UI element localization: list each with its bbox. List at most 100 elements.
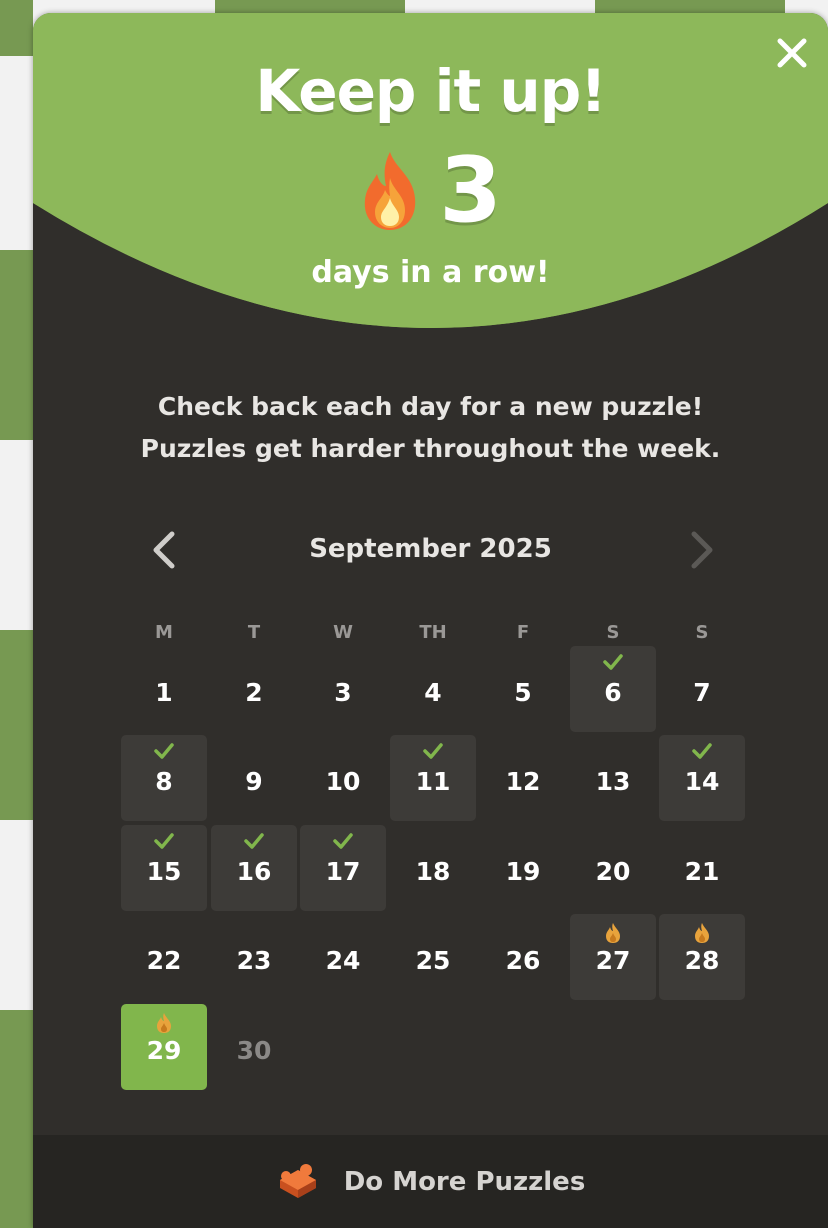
calendar-day-17[interactable]: 17 — [300, 825, 386, 911]
calendar-day-6[interactable]: 6 — [570, 646, 656, 732]
day-number: 27 — [595, 945, 631, 975]
calendar-day-7[interactable]: 7 — [659, 646, 745, 732]
board-square — [0, 630, 33, 820]
day-number: 28 — [684, 945, 720, 975]
weekday-label: S — [695, 622, 709, 643]
do-more-puzzles-button[interactable]: Do More Puzzles — [33, 1135, 828, 1228]
calendar-day-9[interactable]: 9 — [211, 735, 297, 821]
weekday-label: S — [606, 622, 620, 643]
flame-icon — [695, 923, 709, 943]
calendar-day-4[interactable]: 4 — [390, 646, 476, 732]
modal-title: Keep it up! — [255, 57, 606, 125]
info-line-2: Puzzles get harder throughout the week. — [140, 434, 721, 463]
next-month-button[interactable] — [680, 530, 720, 570]
day-number: 3 — [334, 677, 352, 707]
day-number: 2 — [245, 677, 263, 707]
board-square — [0, 250, 33, 440]
day-number: 29 — [146, 1035, 182, 1065]
streak-marker — [121, 1012, 207, 1034]
calendar-day-26[interactable]: 26 — [480, 914, 566, 1000]
day-number: 14 — [684, 766, 720, 796]
flame-icon — [606, 923, 620, 943]
check-icon — [423, 743, 443, 759]
flame-icon — [157, 1013, 171, 1033]
info-message: Check back each day for a new puzzle! Pu… — [33, 386, 828, 470]
chevron-right-icon — [691, 531, 713, 569]
calendar-day-15[interactable]: 15 — [121, 825, 207, 911]
day-number: 9 — [245, 766, 263, 796]
day-number: 12 — [505, 766, 541, 796]
calendar-day-8[interactable]: 8 — [121, 735, 207, 821]
day-number: 30 — [236, 1035, 272, 1065]
calendar-day-29[interactable]: 29 — [121, 1004, 207, 1090]
calendar-day-19[interactable]: 19 — [480, 825, 566, 911]
calendar-day-28[interactable]: 28 — [659, 914, 745, 1000]
calendar-day-20[interactable]: 20 — [570, 825, 656, 911]
solved-marker — [570, 654, 656, 676]
day-number: 13 — [595, 766, 631, 796]
streak-count: 3 — [439, 138, 502, 243]
streak-marker — [659, 922, 745, 944]
day-number: 7 — [693, 677, 711, 707]
streak-marker — [570, 922, 656, 944]
weekday-label: T — [247, 622, 261, 643]
calendar-day-21[interactable]: 21 — [659, 825, 745, 911]
calendar-day-14[interactable]: 14 — [659, 735, 745, 821]
day-number: 4 — [424, 677, 442, 707]
calendar-day-2[interactable]: 2 — [211, 646, 297, 732]
solved-marker — [121, 743, 207, 765]
calendar-day-22[interactable]: 22 — [121, 914, 207, 1000]
calendar-day-5[interactable]: 5 — [480, 646, 566, 732]
check-icon — [244, 833, 264, 849]
day-number: 20 — [595, 856, 631, 886]
day-number: 19 — [505, 856, 541, 886]
check-icon — [692, 743, 712, 759]
info-line-1: Check back each day for a new puzzle! — [157, 392, 704, 421]
weekday-label: F — [516, 622, 530, 643]
day-number: 6 — [604, 677, 622, 707]
calendar-day-25[interactable]: 25 — [390, 914, 476, 1000]
puzzle-piece-icon — [279, 1163, 316, 1198]
check-icon — [154, 833, 174, 849]
day-number: 24 — [325, 945, 361, 975]
calendar-day-10[interactable]: 10 — [300, 735, 386, 821]
calendar-day-1[interactable]: 1 — [121, 646, 207, 732]
solved-marker — [390, 743, 476, 765]
calendar-day-18[interactable]: 18 — [390, 825, 476, 911]
check-icon — [603, 654, 623, 670]
calendar-day-16[interactable]: 16 — [211, 825, 297, 911]
calendar-day-3[interactable]: 3 — [300, 646, 386, 732]
calendar-day-13[interactable]: 13 — [570, 735, 656, 821]
streak-counter: 3 — [33, 141, 828, 241]
day-number: 26 — [505, 945, 541, 975]
check-icon — [333, 833, 353, 849]
footer-label: Do More Puzzles — [343, 1166, 586, 1197]
day-number: 11 — [415, 766, 451, 796]
solved-marker — [121, 833, 207, 855]
calendar-day-30: 30 — [211, 1004, 297, 1090]
solved-marker — [211, 833, 297, 855]
streak-modal: Keep it up! 3 days in a row! Check back … — [33, 13, 828, 1228]
board-square — [595, 0, 785, 13]
calendar-day-27[interactable]: 27 — [570, 914, 656, 1000]
solved-marker — [659, 743, 745, 765]
board-square — [0, 1010, 33, 1228]
day-number: 16 — [236, 856, 272, 886]
day-number: 23 — [236, 945, 272, 975]
calendar-day-11[interactable]: 11 — [390, 735, 476, 821]
day-number: 22 — [146, 945, 182, 975]
weekday-label: W — [333, 622, 353, 643]
day-number: 1 — [155, 677, 173, 707]
calendar-day-24[interactable]: 24 — [300, 914, 386, 1000]
month-navigation: September 2025 — [33, 528, 828, 572]
calendar-day-12[interactable]: 12 — [480, 735, 566, 821]
solved-marker — [300, 833, 386, 855]
day-number: 5 — [514, 677, 532, 707]
day-number: 10 — [325, 766, 361, 796]
weekday-label: TH — [419, 622, 447, 643]
board-square — [0, 0, 33, 56]
day-number: 21 — [684, 856, 720, 886]
check-icon — [154, 743, 174, 759]
calendar-day-23[interactable]: 23 — [211, 914, 297, 1000]
fire-icon — [364, 152, 416, 230]
